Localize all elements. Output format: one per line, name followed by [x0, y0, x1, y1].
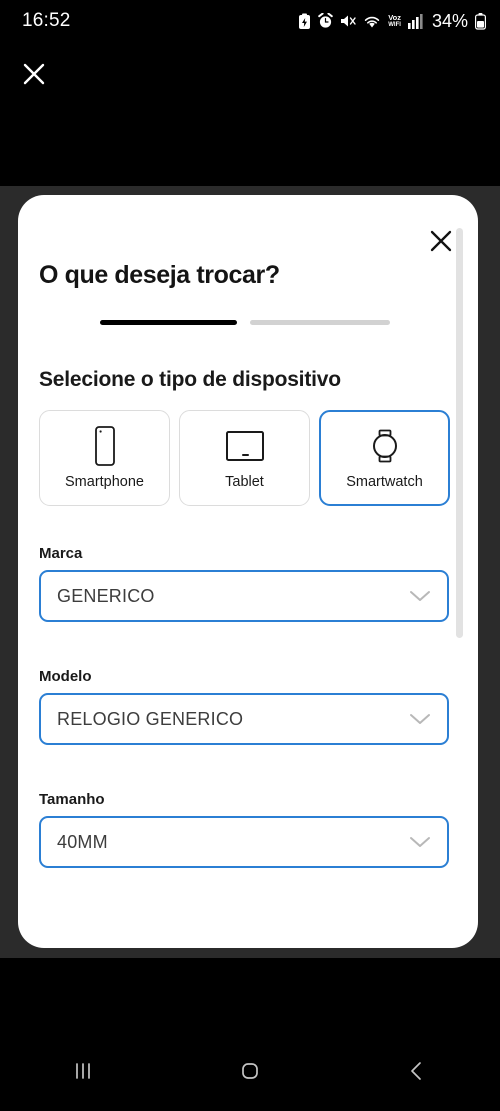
smartphone-icon [91, 426, 119, 466]
step-indicator-2 [250, 320, 390, 325]
step-indicator-1 [100, 320, 237, 325]
device-type-tablet[interactable]: Tablet [179, 410, 310, 506]
vowifi-icon: Voz WIFI [388, 14, 401, 29]
nav-back-button[interactable] [382, 1046, 452, 1096]
close-icon [430, 230, 452, 252]
app-close-button[interactable] [18, 58, 50, 90]
device-type-smartwatch-label: Smartwatch [346, 474, 423, 490]
device-type-smartwatch[interactable]: Smartwatch [319, 410, 450, 506]
status-bar: 16:52 Voz WIFI 34% [0, 0, 500, 42]
battery-saver-icon [298, 13, 311, 30]
modal-title: O que deseja trocar? [39, 261, 280, 289]
marca-select-value: GENERICO [57, 585, 155, 606]
mute-icon [340, 13, 356, 29]
device-type-tablet-label: Tablet [225, 474, 264, 490]
home-icon [242, 1062, 258, 1079]
status-icon-group: Voz WIFI 34% [298, 11, 486, 32]
close-icon [23, 63, 45, 85]
modelo-select[interactable]: RELOGIO GENERICO [39, 693, 449, 745]
status-clock: 16:52 [22, 10, 71, 31]
marca-select[interactable]: GENERICO [39, 570, 449, 622]
nav-recents-button[interactable] [48, 1046, 118, 1096]
modal-close-button[interactable] [424, 224, 458, 258]
signal-bars-icon [407, 13, 423, 29]
wifi-icon [363, 14, 381, 29]
field-modelo: Modelo RELOGIO GENERICO [39, 668, 449, 745]
device-type-smartphone-label: Smartphone [65, 474, 144, 490]
section-heading: Selecione o tipo de dispositivo [39, 368, 341, 391]
tamanho-select-value: 40MM [57, 831, 108, 852]
recents-icon [76, 1062, 91, 1079]
system-navigation-bar [0, 1030, 500, 1111]
field-tamanho: Tamanho 40MM [39, 791, 449, 868]
phone-screen: 16:52 Voz WIFI 34% O que deseja trocar? … [0, 0, 500, 1111]
tamanho-select[interactable]: 40MM [39, 816, 449, 868]
field-marca-label: Marca [39, 545, 83, 562]
chevron-down-icon [409, 589, 431, 603]
smartwatch-icon [367, 426, 403, 466]
battery-icon [475, 12, 486, 30]
chevron-down-icon [409, 712, 431, 726]
back-icon [410, 1061, 421, 1080]
nav-home-button[interactable] [215, 1046, 285, 1096]
device-type-smartphone[interactable]: Smartphone [39, 410, 170, 506]
battery-percent-label: 34% [431, 10, 468, 31]
modelo-select-value: RELOGIO GENERICO [57, 708, 244, 729]
field-marca: Marca GENERICO [39, 545, 449, 622]
field-modelo-label: Modelo [39, 668, 92, 685]
alarm-icon [318, 13, 333, 29]
tablet-icon [223, 426, 267, 466]
step-progress-indicator [100, 320, 390, 325]
vowifi-line2: WIFI [388, 22, 401, 29]
device-type-group: Smartphone Tablet Smartwatch [39, 410, 450, 506]
chevron-down-icon [409, 835, 431, 849]
modal-scrollbar-thumb[interactable] [456, 228, 463, 638]
vowifi-line1: Voz [388, 12, 401, 22]
field-tamanho-label: Tamanho [39, 791, 105, 808]
